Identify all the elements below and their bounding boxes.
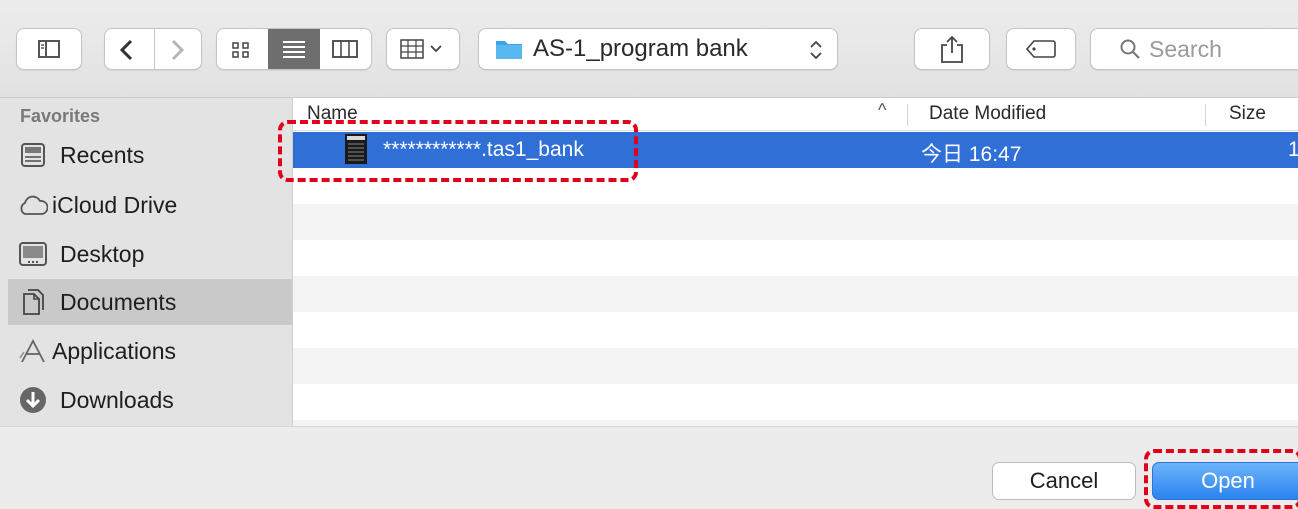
group-icon	[399, 38, 447, 60]
column-header-name[interactable]: Name	[307, 103, 358, 125]
location-label: AS-1_program bank	[533, 35, 748, 62]
segment-divider	[154, 29, 155, 69]
file-list: Name ^ Date Modified Size ************.t…	[293, 98, 1298, 426]
view-mode-control	[216, 28, 372, 70]
sidebar-item-label: Desktop	[60, 240, 145, 267]
column-separator[interactable]	[907, 104, 908, 126]
downloads-icon	[18, 385, 48, 415]
sidebar-item-label: iCloud Drive	[52, 191, 178, 218]
cancel-button[interactable]: Cancel	[992, 462, 1136, 500]
list-view-button[interactable]	[268, 29, 320, 69]
sidebar-toggle-button[interactable]	[16, 28, 82, 70]
sidebar-item-label: Downloads	[60, 386, 174, 413]
file-icon	[345, 134, 367, 164]
sidebar-heading: Favorites	[20, 106, 101, 126]
desktop-icon	[18, 239, 48, 269]
sidebar-item-label: Applications	[52, 337, 177, 364]
file-name: ************.tas1_bank	[383, 138, 584, 161]
sidebar-item-icloud-drive[interactable]: iCloud Drive	[8, 182, 292, 228]
sort-arrow-icon: ^	[878, 100, 887, 120]
search-icon	[1119, 38, 1141, 60]
sidebar: Favorites Recents iCloud Drive Desktop D…	[0, 98, 293, 426]
column-view-icon[interactable]	[332, 39, 358, 59]
share-button[interactable]	[914, 28, 990, 70]
sidebar-item-downloads[interactable]: Downloads	[8, 377, 292, 423]
sidebar-item-documents[interactable]: Documents	[8, 279, 292, 325]
sidebar-icon	[38, 40, 60, 58]
dialog-button-bar: Cancel Open	[0, 426, 1298, 507]
empty-row	[293, 384, 1298, 420]
column-header-date-modified[interactable]: Date Modified	[929, 103, 1046, 125]
tag-icon	[1026, 39, 1056, 59]
group-dropdown-button[interactable]	[386, 28, 460, 70]
share-icon	[941, 35, 963, 63]
sidebar-item-label: Documents	[60, 288, 177, 315]
back-forward-control	[104, 28, 202, 70]
empty-row	[293, 204, 1298, 240]
table-row[interactable]: ************.tas1_bank 今日 16:47 1	[293, 132, 1298, 168]
applications-icon	[18, 336, 48, 366]
sidebar-item-applications[interactable]: Applications	[8, 328, 292, 374]
documents-icon	[18, 287, 48, 317]
cloud-icon	[18, 190, 48, 220]
sidebar-item-label: Recents	[60, 141, 145, 168]
sidebar-item-desktop[interactable]: Desktop	[8, 231, 292, 277]
icon-view-icon[interactable]	[230, 40, 252, 60]
empty-row	[293, 168, 1298, 204]
empty-row	[293, 240, 1298, 276]
list-view-icon	[282, 39, 306, 59]
updown-icon	[809, 38, 823, 62]
file-date-modified: 今日 16:47	[921, 143, 1022, 166]
sidebar-item-recents[interactable]: Recents	[8, 132, 292, 178]
search-field[interactable]: Search	[1090, 28, 1298, 70]
file-size: 1	[1288, 138, 1298, 161]
toolbar: AS-1_program bank Search	[0, 0, 1298, 98]
empty-row	[293, 312, 1298, 348]
empty-row	[293, 276, 1298, 312]
column-separator[interactable]	[1205, 104, 1206, 126]
search-placeholder: Search	[1149, 35, 1222, 62]
location-popup[interactable]: AS-1_program bank	[478, 28, 838, 70]
empty-row	[293, 348, 1298, 384]
tag-button[interactable]	[1006, 28, 1076, 70]
folder-icon	[495, 38, 523, 60]
column-header-row: Name ^ Date Modified Size	[293, 98, 1298, 131]
recents-icon	[18, 140, 48, 170]
back-icon[interactable]	[117, 38, 137, 62]
column-header-size[interactable]: Size	[1229, 103, 1266, 125]
forward-icon[interactable]	[167, 38, 187, 62]
open-button[interactable]: Open	[1152, 462, 1298, 500]
